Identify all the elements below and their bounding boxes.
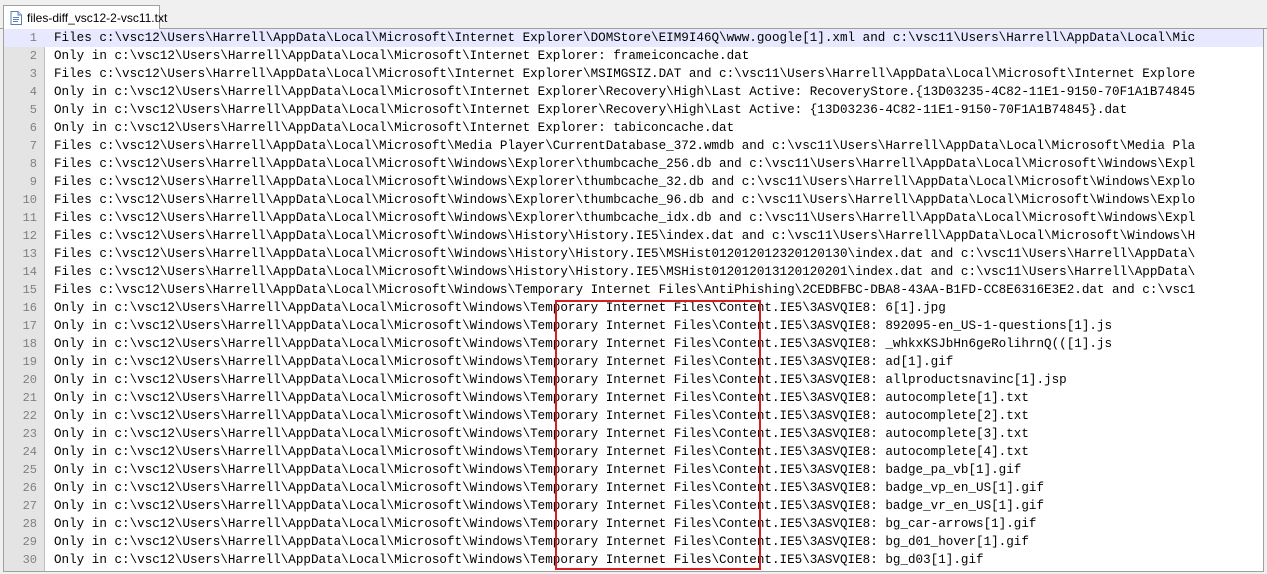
text-line[interactable]: 6 Only in c:\vsc12\Users\Harrell\AppData\… <box>4 119 1263 137</box>
line-text: Only in c:\vsc12\Users\Harrell\AppData\L… <box>54 85 1196 99</box>
line-text: Only in c:\vsc12\Users\Harrell\AppData\L… <box>54 499 1045 513</box>
line-number: 18 <box>22 337 37 351</box>
text-line[interactable]: 27 Only in c:\vsc12\Users\Harrell\AppData… <box>4 497 1263 515</box>
line-text: Only in c:\vsc12\Users\Harrell\AppData\L… <box>54 445 1029 459</box>
line-number: 22 <box>22 409 37 423</box>
line-number: 5 <box>29 103 37 117</box>
line-text: Only in c:\vsc12\Users\Harrell\AppData\L… <box>54 517 1037 531</box>
text-line[interactable]: 26 Only in c:\vsc12\Users\Harrell\AppData… <box>4 479 1263 497</box>
text-line[interactable]: 24 Only in c:\vsc12\Users\Harrell\AppData… <box>4 443 1263 461</box>
line-text: Only in c:\vsc12\Users\Harrell\AppData\L… <box>54 121 735 135</box>
line-number: 25 <box>22 463 37 477</box>
line-number: 30 <box>22 553 37 567</box>
text-line[interactable]: 8 Files c:\vsc12\Users\Harrell\AppData\Lo… <box>4 155 1263 173</box>
text-line[interactable]: 19 Only in c:\vsc12\Users\Harrell\AppData… <box>4 353 1263 371</box>
line-number: 8 <box>29 157 37 171</box>
tab-bar: files-diff_vsc12-2-vsc11.txt <box>0 0 1267 29</box>
line-number: 7 <box>29 139 37 153</box>
line-text: Files c:\vsc12\Users\Harrell\AppData\Loc… <box>54 139 1196 153</box>
line-number: 21 <box>22 391 37 405</box>
line-text: Files c:\vsc12\Users\Harrell\AppData\Loc… <box>54 211 1196 225</box>
line-text: Only in c:\vsc12\Users\Harrell\AppData\L… <box>54 463 1022 477</box>
text-line[interactable]: 13 Files c:\vsc12\Users\Harrell\AppData\L… <box>4 245 1263 263</box>
line-text: Only in c:\vsc12\Users\Harrell\AppData\L… <box>54 49 750 63</box>
line-text: Only in c:\vsc12\Users\Harrell\AppData\L… <box>54 409 1029 423</box>
text-line[interactable]: 14 Files c:\vsc12\Users\Harrell\AppData\L… <box>4 263 1263 281</box>
line-text: Files c:\vsc12\Users\Harrell\AppData\Loc… <box>54 283 1196 297</box>
text-line[interactable]: 20 Only in c:\vsc12\Users\Harrell\AppData… <box>4 371 1263 389</box>
text-line[interactable]: 10 Files c:\vsc12\Users\Harrell\AppData\L… <box>4 191 1263 209</box>
text-line[interactable]: 5 Only in c:\vsc12\Users\Harrell\AppData\… <box>4 101 1263 119</box>
line-number: 2 <box>29 49 37 63</box>
text-line[interactable]: 29 Only in c:\vsc12\Users\Harrell\AppData… <box>4 533 1263 551</box>
line-number: 20 <box>22 373 37 387</box>
line-number: 28 <box>22 517 37 531</box>
text-line[interactable]: 17 Only in c:\vsc12\Users\Harrell\AppData… <box>4 317 1263 335</box>
line-text: Only in c:\vsc12\Users\Harrell\AppData\L… <box>54 427 1029 441</box>
text-line[interactable]: 1 Files c:\vsc12\Users\Harrell\AppData\Lo… <box>4 29 1263 47</box>
line-number: 4 <box>29 85 37 99</box>
line-text: Files c:\vsc12\Users\Harrell\AppData\Loc… <box>54 247 1196 261</box>
line-text: Files c:\vsc12\Users\Harrell\AppData\Loc… <box>54 229 1196 243</box>
line-text: Only in c:\vsc12\Users\Harrell\AppData\L… <box>54 373 1067 387</box>
line-number: 26 <box>22 481 37 495</box>
line-text: Files c:\vsc12\Users\Harrell\AppData\Loc… <box>54 31 1196 45</box>
editor-area[interactable]: 1 Files c:\vsc12\Users\Harrell\AppData\Lo… <box>3 29 1264 572</box>
line-number: 16 <box>22 301 37 315</box>
text-line[interactable]: 2 Only in c:\vsc12\Users\Harrell\AppData\… <box>4 47 1263 65</box>
line-number: 13 <box>22 247 37 261</box>
line-number: 24 <box>22 445 37 459</box>
line-number: 17 <box>22 319 37 333</box>
tab-label: files-diff_vsc12-2-vsc11.txt <box>27 10 168 25</box>
line-number: 9 <box>29 175 37 189</box>
tab-files-diff[interactable]: files-diff_vsc12-2-vsc11.txt <box>3 5 167 29</box>
line-text: Files c:\vsc12\Users\Harrell\AppData\Loc… <box>54 175 1196 189</box>
line-number: 12 <box>22 229 37 243</box>
line-text: Only in c:\vsc12\Users\Harrell\AppData\L… <box>54 391 1029 405</box>
text-line[interactable]: 4 Only in c:\vsc12\Users\Harrell\AppData\… <box>4 83 1263 101</box>
line-number: 11 <box>22 211 37 225</box>
line-text: Only in c:\vsc12\Users\Harrell\AppData\L… <box>54 319 1113 333</box>
line-text: Files c:\vsc12\Users\Harrell\AppData\Loc… <box>54 67 1196 81</box>
line-text: Files c:\vsc12\Users\Harrell\AppData\Loc… <box>54 193 1196 207</box>
line-text: Only in c:\vsc12\Users\Harrell\AppData\L… <box>54 535 1029 549</box>
line-number: 14 <box>22 265 37 279</box>
text-line[interactable]: 7 Files c:\vsc12\Users\Harrell\AppData\Lo… <box>4 137 1263 155</box>
file-icon <box>10 10 22 25</box>
line-text: Only in c:\vsc12\Users\Harrell\AppData\L… <box>54 337 1113 351</box>
text-line[interactable]: 25 Only in c:\vsc12\Users\Harrell\AppData… <box>4 461 1263 479</box>
line-number: 19 <box>22 355 37 369</box>
line-text: Files c:\vsc12\Users\Harrell\AppData\Loc… <box>54 265 1196 279</box>
text-line[interactable]: 22 Only in c:\vsc12\Users\Harrell\AppData… <box>4 407 1263 425</box>
line-number: 23 <box>22 427 37 441</box>
line-number: 29 <box>22 535 37 549</box>
line-number: 27 <box>22 499 37 513</box>
text-line[interactable]: 30 Only in c:\vsc12\Users\Harrell\AppData… <box>4 551 1263 569</box>
line-text: Only in c:\vsc12\Users\Harrell\AppData\L… <box>54 355 954 369</box>
text-line[interactable]: 18 Only in c:\vsc12\Users\Harrell\AppData… <box>4 335 1263 353</box>
text-line[interactable]: 16 Only in c:\vsc12\Users\Harrell\AppData… <box>4 299 1263 317</box>
line-text: Only in c:\vsc12\Users\Harrell\AppData\L… <box>54 553 984 567</box>
text-line[interactable]: 15 Files c:\vsc12\Users\Harrell\AppData\L… <box>4 281 1263 299</box>
line-number: 10 <box>22 193 37 207</box>
text-line[interactable]: 11 Files c:\vsc12\Users\Harrell\AppData\L… <box>4 209 1263 227</box>
line-number: 15 <box>22 283 37 297</box>
line-number: 6 <box>29 121 37 135</box>
text-line[interactable]: 12 Files c:\vsc12\Users\Harrell\AppData\L… <box>4 227 1263 245</box>
text-line[interactable]: 3 Files c:\vsc12\Users\Harrell\AppData\Lo… <box>4 65 1263 83</box>
text-line[interactable]: 9 Files c:\vsc12\Users\Harrell\AppData\Lo… <box>4 173 1263 191</box>
text-line[interactable]: 23 Only in c:\vsc12\Users\Harrell\AppData… <box>4 425 1263 443</box>
text-line[interactable]: 21 Only in c:\vsc12\Users\Harrell\AppData… <box>4 389 1263 407</box>
line-number: 3 <box>29 67 37 81</box>
line-text: Only in c:\vsc12\Users\Harrell\AppData\L… <box>54 103 1128 117</box>
line-text: Only in c:\vsc12\Users\Harrell\AppData\L… <box>54 301 946 315</box>
text-line[interactable]: 28 Only in c:\vsc12\Users\Harrell\AppData… <box>4 515 1263 533</box>
line-number: 1 <box>29 31 37 45</box>
line-text: Files c:\vsc12\Users\Harrell\AppData\Loc… <box>54 157 1196 171</box>
line-text: Only in c:\vsc12\Users\Harrell\AppData\L… <box>54 481 1045 495</box>
